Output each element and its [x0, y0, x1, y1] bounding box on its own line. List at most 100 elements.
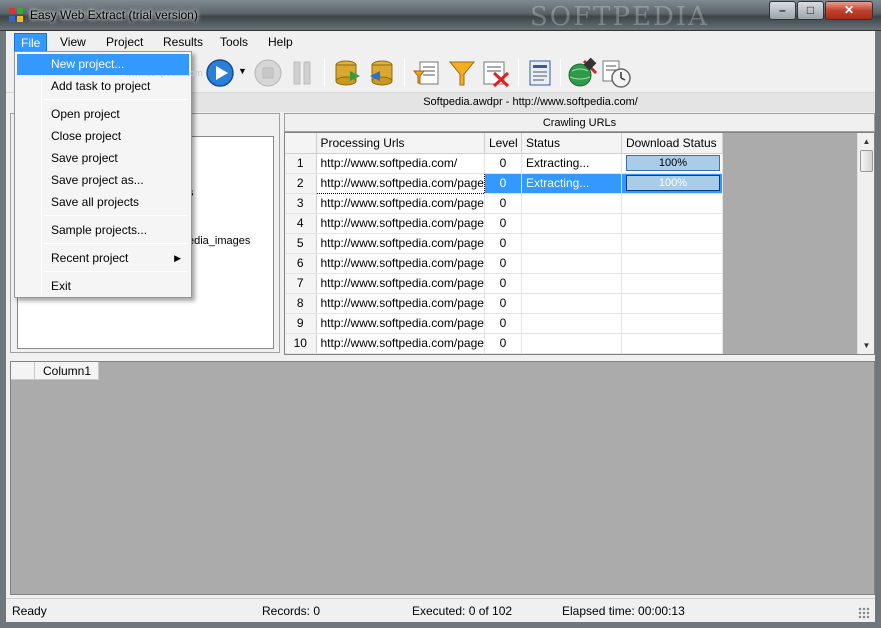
menu-item-sample-projects[interactable]: Sample projects... [17, 220, 189, 241]
menu-tools[interactable]: Tools [214, 33, 254, 52]
cell-download-status[interactable] [621, 193, 723, 214]
table-row[interactable]: 1 http://www.softpedia.com/0 Extracting...… [285, 153, 723, 174]
row-number[interactable]: 6 [285, 253, 317, 274]
menu-item-add-task[interactable]: Add task to project [17, 76, 189, 97]
cell-status[interactable] [521, 273, 622, 294]
menu-item-new-project[interactable]: New project... [17, 54, 189, 75]
resize-grip-icon[interactable] [858, 607, 870, 619]
row-number[interactable]: 7 [285, 273, 317, 294]
column-status[interactable]: Status [521, 133, 622, 154]
run-icon[interactable] [204, 57, 236, 89]
cell-level[interactable]: 0 [484, 173, 522, 194]
cell-status[interactable] [521, 313, 622, 334]
tree-node-images[interactable]: edia_images [188, 235, 250, 247]
pause-icon[interactable] [286, 57, 318, 89]
menu-project[interactable]: Project [100, 33, 149, 52]
maximize-button[interactable]: □ [797, 1, 824, 20]
cell-status[interactable] [521, 253, 622, 274]
dropdown-arrow-icon[interactable]: ▼ [238, 66, 247, 76]
menu-item-recent-project[interactable]: Recent project ▶ [17, 248, 189, 269]
column-processing-urls[interactable]: Processing Urls [316, 133, 485, 154]
column-level[interactable]: Level [484, 133, 522, 154]
funnel-filter-icon[interactable] [446, 57, 478, 89]
column-download-status[interactable]: Download Status [621, 133, 723, 154]
cell-level[interactable]: 0 [484, 333, 522, 354]
cell-download-status[interactable] [621, 213, 723, 234]
export-db-icon[interactable] [332, 57, 364, 89]
table-row[interactable]: 8 http://www.softpedia.com/page 0 [285, 293, 723, 314]
cell-url[interactable]: http://www.softpedia.com/page [316, 313, 485, 334]
cell-download-status[interactable] [621, 233, 723, 254]
menu-file[interactable]: File [14, 33, 48, 52]
clear-filter-icon[interactable] [480, 57, 512, 89]
menu-item-open-project[interactable]: Open project [17, 104, 189, 125]
report-icon[interactable] [524, 57, 556, 89]
cell-url[interactable]: http://www.softpedia.com/page [316, 293, 485, 314]
menu-item-save-project[interactable]: Save project [17, 148, 189, 169]
menu-item-save-all-projects[interactable]: Save all projects [17, 192, 189, 213]
cell-level[interactable]: 0 [484, 273, 522, 294]
table-row[interactable]: 5 http://www.softpedia.com/page 0 [285, 233, 723, 254]
cell-status[interactable] [521, 333, 622, 354]
close-button[interactable]: ✕ [825, 1, 873, 20]
cell-download-status[interactable] [621, 313, 723, 334]
menu-view[interactable]: View [54, 33, 92, 52]
cell-status[interactable] [521, 193, 622, 214]
cell-url[interactable]: http://www.softpedia.com/page [315, 172, 485, 194]
cell-url[interactable]: http://www.softpedia.com/page [316, 273, 485, 294]
cell-status[interactable]: Extracting... [521, 173, 622, 194]
table-row[interactable]: 9 http://www.softpedia.com/page 0 [285, 313, 723, 334]
menu-item-close-project[interactable]: Close project [17, 126, 189, 147]
table-row[interactable]: 3 http://www.softpedia.com/page 0 [285, 193, 723, 214]
menu-item-exit[interactable]: Exit [17, 276, 189, 297]
table-row[interactable]: 4 http://www.softpedia.com/page 0 [285, 213, 723, 234]
crawl-vertical-scrollbar[interactable]: ▲ ▼ [857, 133, 874, 354]
stop-icon[interactable] [252, 57, 284, 89]
minimize-button[interactable]: – [769, 1, 796, 20]
row-number[interactable]: 5 [285, 233, 317, 254]
cell-download-status[interactable]: 100% [621, 153, 723, 174]
cell-level[interactable]: 0 [484, 153, 522, 174]
cell-status[interactable] [521, 213, 622, 234]
row-number[interactable]: 3 [285, 193, 317, 214]
cell-level[interactable]: 0 [484, 253, 522, 274]
cell-url[interactable]: http://www.softpedia.com/page [316, 233, 485, 254]
cell-url[interactable]: http://www.softpedia.com/page [316, 253, 485, 274]
cell-level[interactable]: 0 [484, 213, 522, 234]
cell-status[interactable] [521, 293, 622, 314]
table-row[interactable]: 7 http://www.softpedia.com/page 0 [285, 273, 723, 294]
table-row[interactable]: 2 http://www.softpedia.com/page 0 Extractin… [285, 172, 723, 194]
menu-help[interactable]: Help [262, 33, 299, 52]
cell-download-status[interactable] [621, 293, 723, 314]
cell-url[interactable]: http://www.softpedia.com/page [316, 213, 485, 234]
cell-level[interactable]: 0 [484, 313, 522, 334]
cell-level[interactable]: 0 [484, 193, 522, 214]
cell-status[interactable] [521, 233, 622, 254]
row-number[interactable]: 2 [285, 173, 317, 194]
cell-url[interactable]: http://www.softpedia.com/page [316, 333, 485, 354]
cell-download-status[interactable] [621, 253, 723, 274]
scroll-down-icon[interactable]: ▼ [858, 337, 874, 354]
web-settings-icon[interactable] [566, 57, 598, 89]
table-row[interactable]: 6 http://www.softpedia.com/page 0 [285, 253, 723, 274]
results-column-header[interactable]: Column1 [35, 362, 99, 380]
row-number[interactable]: 4 [285, 213, 317, 234]
scroll-up-icon[interactable]: ▲ [858, 133, 874, 150]
row-number[interactable]: 8 [285, 293, 317, 314]
menu-results[interactable]: Results [157, 33, 209, 52]
cell-download-status[interactable]: 100% [621, 173, 723, 194]
cell-url[interactable]: http://www.softpedia.com/ [316, 153, 485, 174]
cell-download-status[interactable] [621, 333, 723, 354]
row-number[interactable]: 9 [285, 313, 317, 334]
menu-item-save-project-as[interactable]: Save project as... [17, 170, 189, 191]
cell-status[interactable]: Extracting... [521, 153, 622, 174]
row-number[interactable]: 10 [285, 333, 317, 354]
table-row[interactable]: 10 http://www.softpedia.com/page 0 [285, 333, 723, 354]
cell-level[interactable]: 0 [484, 293, 522, 314]
cell-download-status[interactable] [621, 273, 723, 294]
scroll-thumb[interactable] [860, 150, 873, 172]
filter-list-icon[interactable] [412, 57, 444, 89]
import-db-icon[interactable] [366, 57, 398, 89]
cell-level[interactable]: 0 [484, 233, 522, 254]
scheduler-icon[interactable] [600, 57, 632, 89]
